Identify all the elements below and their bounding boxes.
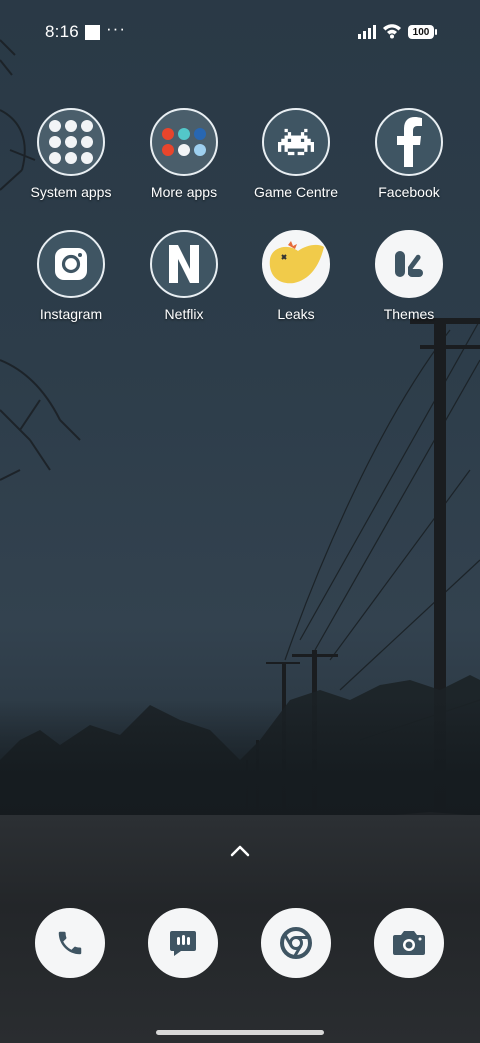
wifi-icon (383, 24, 401, 39)
dock-camera[interactable] (354, 908, 464, 978)
messages-icon (148, 908, 218, 978)
app-label: More apps (150, 184, 218, 200)
folder-icon (150, 108, 218, 176)
clock: 8:16 (45, 22, 79, 41)
app-facebook[interactable]: Facebook (354, 108, 464, 200)
app-label: Leaks (277, 306, 315, 322)
app-label: Themes (383, 306, 435, 322)
themes-icon (375, 230, 443, 298)
folder-icon (37, 108, 105, 176)
app-themes[interactable]: Themes (354, 230, 464, 322)
camera-icon (374, 908, 444, 978)
more-notifications-indicator: ··· (106, 19, 126, 38)
space-invader-icon (262, 108, 330, 176)
status-bar: 8:16 ··· 100 (0, 0, 480, 64)
instagram-icon (37, 230, 105, 298)
chrome-icon (261, 908, 331, 978)
app-label: Instagram (39, 306, 103, 322)
dock-messages[interactable] (128, 908, 238, 978)
dock-chrome[interactable] (241, 908, 351, 978)
app-label: Game Centre (253, 184, 339, 200)
app-label: System apps (30, 184, 112, 200)
home-gesture-bar[interactable] (156, 1030, 324, 1035)
facebook-icon (375, 108, 443, 176)
signal-icon (358, 25, 376, 39)
app-more-apps-folder[interactable]: More apps (129, 108, 239, 200)
app-label: Netflix (164, 306, 204, 322)
dock-phone[interactable] (15, 908, 125, 978)
app-game-centre[interactable]: Game Centre (241, 108, 351, 200)
bird-icon (262, 230, 330, 298)
app-label: Facebook (378, 184, 440, 200)
app-netflix[interactable]: Netflix (129, 230, 239, 322)
netflix-icon (150, 230, 218, 298)
app-system-apps-folder[interactable]: System apps (16, 108, 126, 200)
chevron-up-icon[interactable] (228, 843, 252, 859)
app-leaks[interactable]: Leaks (241, 230, 351, 322)
app-instagram[interactable]: Instagram (16, 230, 126, 322)
notification-square-icon (85, 25, 100, 40)
phone-icon (35, 908, 105, 978)
battery-indicator: 100 (408, 25, 437, 39)
